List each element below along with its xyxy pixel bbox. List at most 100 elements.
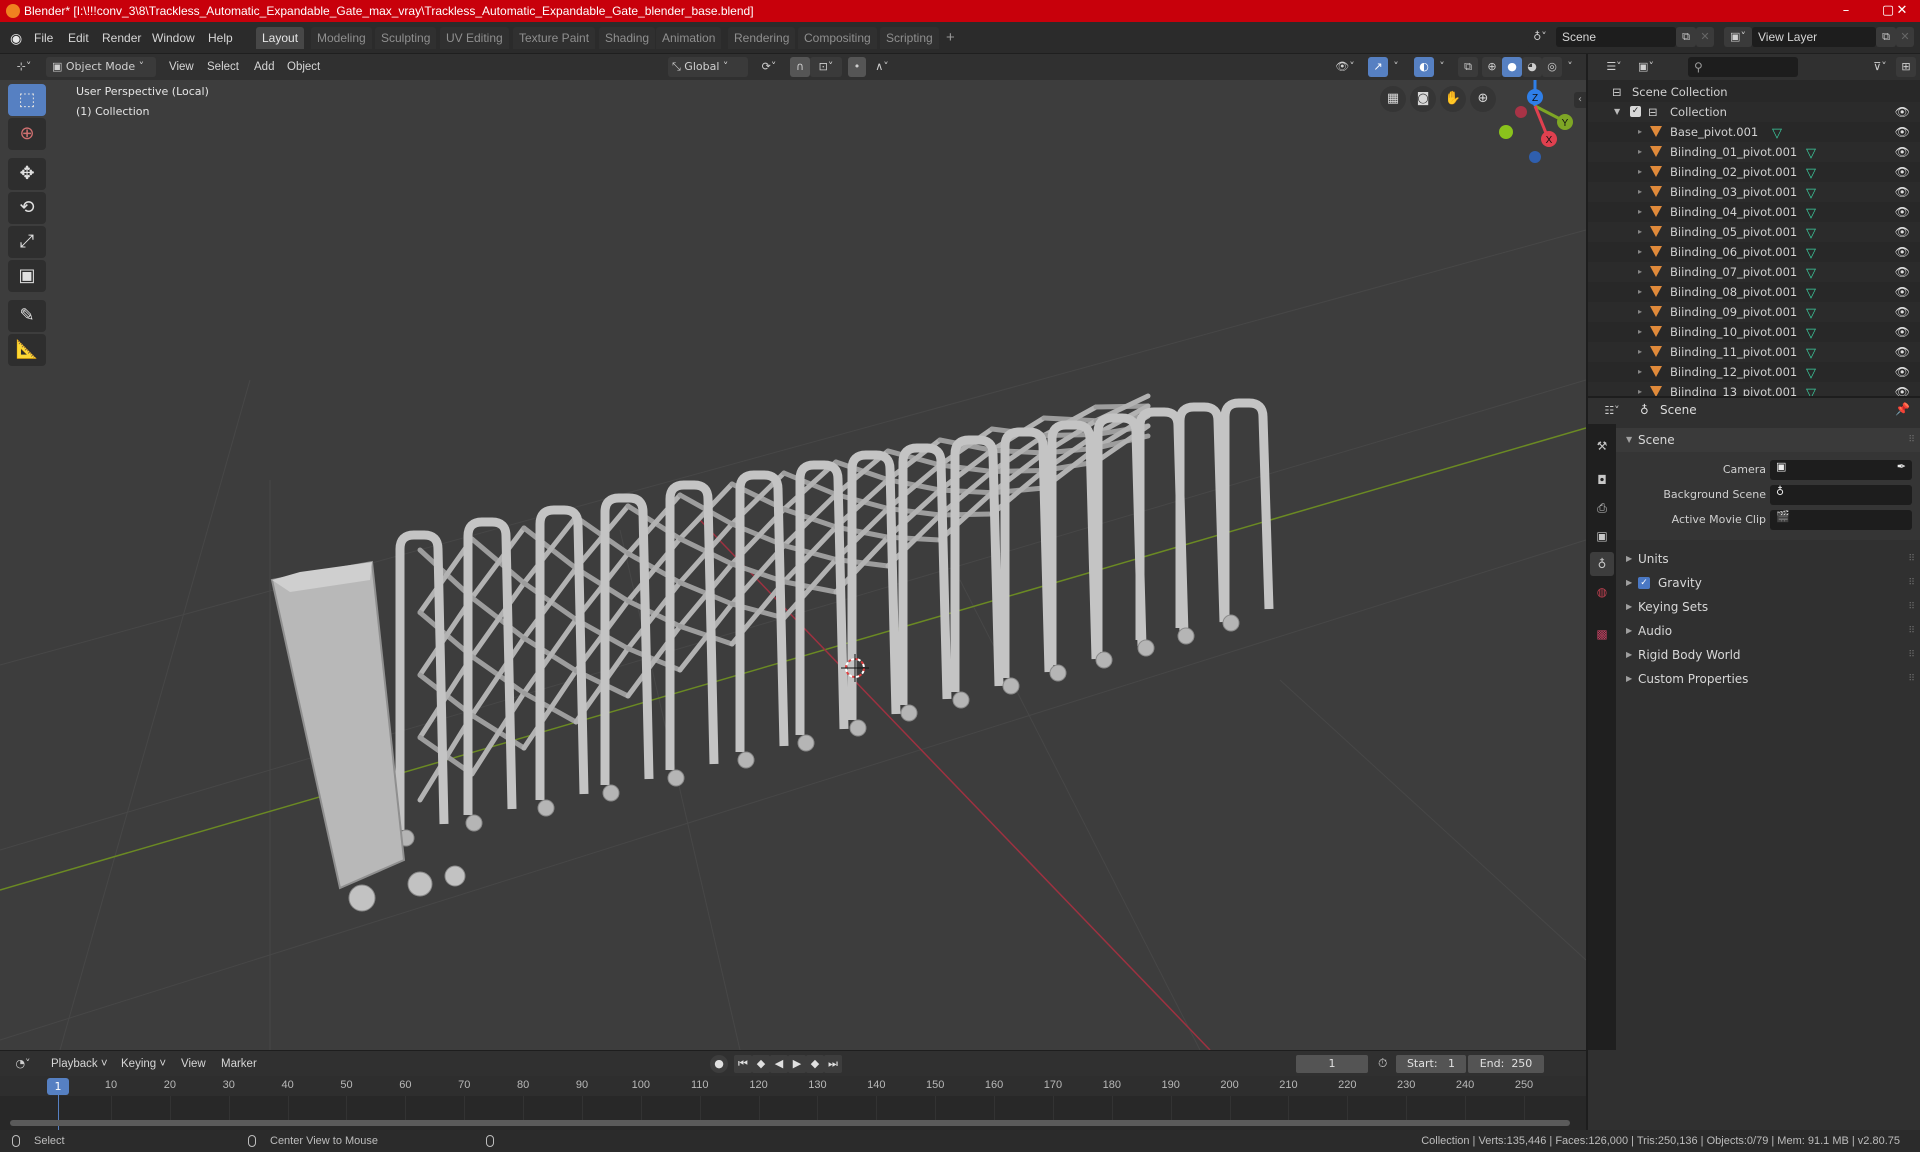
- outliner-object-row[interactable]: ▸ Biinding_03_pivot.001 ▽ 👁: [1588, 182, 1920, 202]
- tab-shading[interactable]: Shading: [599, 27, 656, 49]
- menu-keying[interactable]: Keying ˅: [116, 1055, 171, 1073]
- visibility-eye-icon[interactable]: 👁: [1895, 142, 1910, 162]
- outliner-object-row[interactable]: ▸ Biinding_10_pivot.001 ▽ 👁: [1588, 322, 1920, 342]
- tab-texture-paint[interactable]: Texture Paint: [513, 27, 596, 49]
- visibility-selector-icon[interactable]: 👁˅: [1330, 57, 1360, 77]
- expand-arrow-icon[interactable]: ▸: [1638, 202, 1642, 222]
- tab-rendering[interactable]: Rendering: [728, 27, 796, 49]
- menu-edit[interactable]: Edit: [62, 28, 95, 48]
- menu-window[interactable]: Window: [146, 28, 201, 48]
- visibility-eye-icon[interactable]: 👁: [1895, 262, 1910, 282]
- visibility-eye-icon[interactable]: 👁: [1895, 242, 1910, 262]
- timeline-scrollbar[interactable]: [10, 1120, 1570, 1126]
- current-frame-field[interactable]: 1: [1296, 1055, 1368, 1073]
- 3d-viewport[interactable]: Z Y X User Perspective (Local) (1) Colle…: [0, 80, 1586, 1050]
- scene-name-field[interactable]: Scene: [1556, 27, 1676, 47]
- tab-animation[interactable]: Animation: [656, 27, 722, 49]
- proportional-falloff-icon[interactable]: ∧˅: [866, 57, 898, 77]
- outliner-scene-collection[interactable]: ⊟ Scene Collection: [1588, 82, 1920, 102]
- play-reverse-button[interactable]: ◀: [770, 1055, 788, 1073]
- cursor-tool-icon[interactable]: ⊕: [8, 118, 46, 150]
- new-collection-icon[interactable]: ⊞: [1896, 57, 1916, 77]
- outliner-object-row[interactable]: ▸ Biinding_13_pivot.001 ▽ 👁: [1588, 382, 1920, 396]
- section-rigid-body-world[interactable]: ▶ Rigid Body World ⠿: [1616, 643, 1920, 667]
- sidebar-toggle-icon[interactable]: ‹: [1574, 92, 1586, 108]
- view-layer-browse-icon[interactable]: ▣˅: [1724, 27, 1752, 47]
- expand-arrow-icon[interactable]: ▸: [1638, 182, 1642, 202]
- tab-layout[interactable]: Layout: [256, 27, 305, 49]
- scene-browse-icon[interactable]: ♁˅: [1526, 27, 1554, 47]
- outliner-object-row[interactable]: ▸ Base_pivot.001 ▽ 👁: [1588, 122, 1920, 142]
- mesh-data-icon[interactable]: ▽: [1806, 324, 1816, 344]
- new-view-layer-icon[interactable]: ⧉: [1876, 27, 1896, 47]
- outliner-object-row[interactable]: ▸ Biinding_06_pivot.001 ▽ 👁: [1588, 242, 1920, 262]
- outliner-object-row[interactable]: ▸ Biinding_01_pivot.001 ▽ 👁: [1588, 142, 1920, 162]
- overlay-toggle-icon[interactable]: ◐: [1414, 57, 1434, 77]
- section-units[interactable]: ▶ Units ⠿: [1616, 547, 1920, 571]
- menu-object[interactable]: Object: [282, 58, 325, 76]
- visibility-eye-icon[interactable]: 👁: [1895, 222, 1910, 242]
- menu-file[interactable]: File: [28, 28, 59, 48]
- new-scene-icon[interactable]: ⧉: [1676, 27, 1696, 47]
- render-tab-icon[interactable]: ◘: [1590, 468, 1614, 492]
- visibility-eye-icon[interactable]: 👁: [1895, 202, 1910, 222]
- navigation-gizmo[interactable]: Z Y X: [1499, 80, 1573, 163]
- mesh-data-icon[interactable]: ▽: [1806, 164, 1816, 184]
- outliner-search-input[interactable]: ⚲: [1688, 57, 1798, 77]
- outliner-object-row[interactable]: ▸ Biinding_05_pivot.001 ▽ 👁: [1588, 222, 1920, 242]
- collection-checkbox[interactable]: ✓: [1630, 106, 1641, 117]
- outliner-object-row[interactable]: ▸ Biinding_07_pivot.001 ▽ 👁: [1588, 262, 1920, 282]
- mesh-data-icon[interactable]: ▽: [1806, 304, 1816, 324]
- menu-help[interactable]: Help: [202, 28, 239, 48]
- end-frame-field[interactable]: End: 250: [1468, 1055, 1544, 1073]
- add-workspace-button[interactable]: +: [940, 28, 961, 48]
- expand-arrow-icon[interactable]: ▸: [1638, 342, 1642, 362]
- tool-tab-icon[interactable]: ⚒: [1590, 434, 1614, 458]
- jump-start-button[interactable]: ⏮: [734, 1055, 752, 1073]
- menu-render[interactable]: Render: [96, 28, 147, 48]
- output-tab-icon[interactable]: ⎙: [1590, 496, 1614, 520]
- transform-orientation-selector[interactable]: ⤡ Global ˅: [668, 57, 748, 77]
- playhead-frame-label[interactable]: 1: [47, 1078, 69, 1095]
- outliner-object-row[interactable]: ▸ Biinding_11_pivot.001 ▽ 👁: [1588, 342, 1920, 362]
- display-mode-icon[interactable]: ▣˅: [1632, 57, 1660, 77]
- frame-ruler[interactable]: 10 20 30 40 50 60 70 80 90 100 110 120 130 140 150 160 1…: [0, 1076, 1586, 1096]
- scene-panel-header[interactable]: ▼ Scene ⠿: [1616, 428, 1920, 452]
- drag-grip-icon[interactable]: ⠿: [1908, 667, 1915, 691]
- menu-view-timeline[interactable]: View: [176, 1055, 211, 1073]
- tab-uv-editing[interactable]: UV Editing: [440, 27, 509, 49]
- editor-type-icon[interactable]: ⊹˅: [8, 57, 40, 77]
- expand-arrow-icon[interactable]: ▸: [1638, 162, 1642, 182]
- visibility-eye-icon[interactable]: 👁: [1895, 322, 1910, 342]
- pin-icon[interactable]: 📌: [1895, 402, 1910, 416]
- active-movie-clip-field[interactable]: 🎬: [1770, 510, 1912, 530]
- gate-model[interactable]: [270, 393, 1274, 912]
- menu-add[interactable]: Add: [249, 58, 279, 76]
- blender-menu-icon[interactable]: ◉: [4, 28, 28, 48]
- jump-end-button[interactable]: ⏭: [824, 1055, 842, 1073]
- mesh-data-icon[interactable]: ▽: [1806, 344, 1816, 364]
- collapse-arrow-icon[interactable]: ▼: [1614, 102, 1620, 122]
- jump-prev-keyframe-button[interactable]: ◆: [752, 1055, 770, 1073]
- record-button[interactable]: ●: [710, 1055, 728, 1073]
- shading-wireframe-icon[interactable]: ⊕: [1482, 57, 1502, 77]
- outliner-object-row[interactable]: ▸ Biinding_02_pivot.001 ▽ 👁: [1588, 162, 1920, 182]
- move-tool-icon[interactable]: ✥: [8, 158, 46, 190]
- pan-view-hand-icon[interactable]: ✋: [1440, 86, 1466, 112]
- menu-playback[interactable]: Playback ˅: [46, 1055, 113, 1073]
- outliner-editor-type-icon[interactable]: ☰˅: [1600, 57, 1628, 77]
- shading-dropdown-icon[interactable]: ˅: [1562, 57, 1578, 77]
- shading-material-icon[interactable]: ◕: [1522, 57, 1542, 77]
- menu-select[interactable]: Select: [202, 58, 244, 76]
- mesh-data-icon[interactable]: ▽: [1772, 124, 1782, 144]
- visibility-eye-icon[interactable]: 👁: [1895, 302, 1910, 322]
- expand-arrow-icon[interactable]: ▸: [1638, 282, 1642, 302]
- gizmo-dropdown-icon[interactable]: ˅: [1388, 57, 1404, 77]
- outliner-object-row[interactable]: ▸ Biinding_04_pivot.001 ▽ 👁: [1588, 202, 1920, 222]
- outliner-object-row[interactable]: ▸ Biinding_12_pivot.001 ▽ 👁: [1588, 362, 1920, 382]
- close-button[interactable]: ✕: [1882, 0, 1920, 22]
- outliner-object-row[interactable]: ▸ Biinding_08_pivot.001 ▽ 👁: [1588, 282, 1920, 302]
- view-layer-name-field[interactable]: View Layer: [1752, 27, 1876, 47]
- visibility-eye-icon[interactable]: 👁: [1895, 342, 1910, 362]
- visibility-eye-icon[interactable]: 👁: [1895, 182, 1910, 202]
